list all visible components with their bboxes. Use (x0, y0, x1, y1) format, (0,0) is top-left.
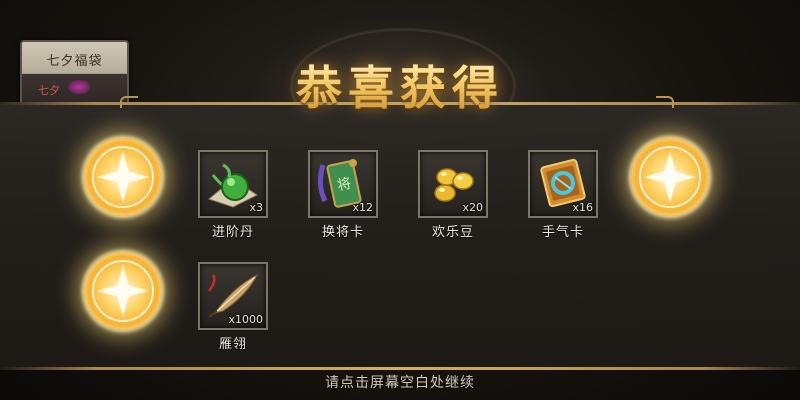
reward-item-slot[interactable]: x16 (528, 150, 598, 218)
reward-item-name: 手气卡 (541, 225, 584, 240)
reward-item-count: x1000 (228, 313, 263, 326)
reward-item[interactable]: x3 进阶丹 (198, 150, 268, 240)
reward-screen[interactable]: 七夕福袋 七夕 恭喜获得 x3 进阶丹 将 x12 换将卡 x20 欢乐豆 x1… (0, 0, 800, 400)
background-panel-title: 七夕福袋 (46, 54, 103, 69)
reward-item-name: 欢乐豆 (431, 225, 474, 240)
reward-item[interactable]: x20 欢乐豆 (418, 150, 488, 240)
continue-hint: 请点击屏幕空白处继续 (325, 375, 475, 391)
reward-item-count: x12 (352, 201, 373, 214)
reward-item-count: x20 (462, 201, 483, 214)
reward-item[interactable]: 将 x12 换将卡 (308, 150, 378, 240)
reward-item-slot[interactable]: 将 x12 (308, 150, 378, 218)
reward-item-slot[interactable]: x20 (418, 150, 488, 218)
reward-item[interactable]: x16 手气卡 (528, 150, 598, 240)
band-bottom-trim (0, 367, 800, 370)
lucky-bag-icon (68, 80, 90, 94)
reward-item-slot[interactable]: x3 (198, 150, 268, 218)
reward-item[interactable]: x1000 雁翎 (198, 262, 268, 352)
reward-item-name: 进阶丹 (211, 225, 254, 240)
background-panel-subtitle: 七夕 (38, 84, 60, 97)
reward-item-name: 雁翎 (218, 337, 247, 352)
reward-item-name: 换将卡 (321, 225, 364, 240)
reward-item-count: x16 (572, 201, 593, 214)
reward-item-slot[interactable]: x1000 (198, 262, 268, 330)
dialog-title: 恭喜获得 (260, 52, 540, 118)
glow-token-icon (84, 252, 162, 330)
band-right-ornament (656, 96, 674, 108)
band-left-ornament (120, 96, 138, 108)
glow-token-icon (631, 138, 709, 216)
reward-item-count: x3 (249, 201, 263, 214)
glow-token-icon (84, 138, 162, 216)
